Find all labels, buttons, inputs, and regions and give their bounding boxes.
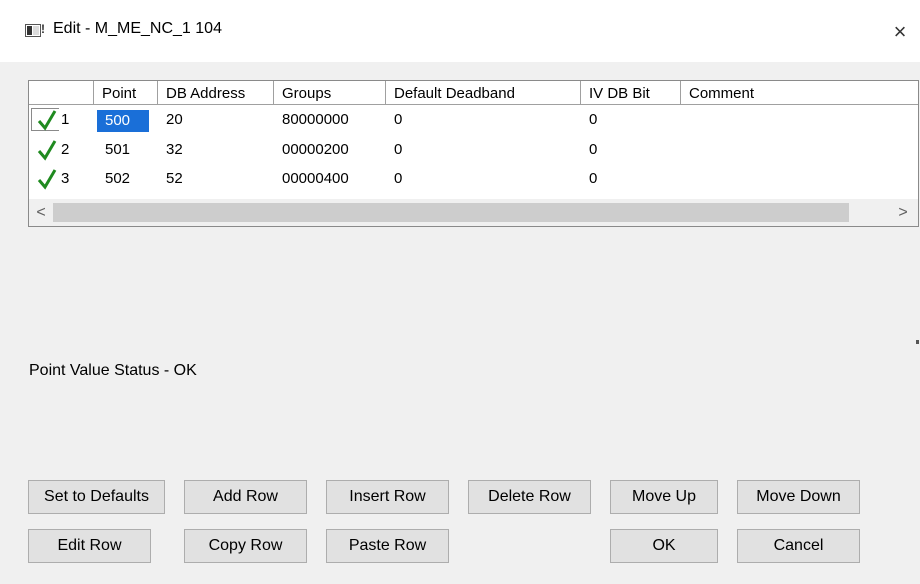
window-edge-mark bbox=[916, 340, 919, 344]
button-label: Paste Row bbox=[348, 537, 427, 554]
column-header-iv-db-bit[interactable]: IV DB Bit bbox=[581, 81, 681, 105]
button-label: Delete Row bbox=[488, 488, 571, 505]
check-icon bbox=[37, 110, 57, 131]
column-header-groups[interactable]: Groups bbox=[274, 81, 386, 105]
column-header-point[interactable]: Point bbox=[94, 81, 158, 105]
groups-cell[interactable]: 00000200 bbox=[274, 138, 349, 162]
point-value-status: Point Value Status - OK bbox=[29, 362, 197, 379]
row-number: 1 bbox=[61, 111, 70, 128]
iv-db-bit-cell[interactable]: 0 bbox=[581, 167, 597, 191]
title-bar: ! Edit - M_ME_NC_1 104 × bbox=[0, 0, 920, 62]
point-cell-selected[interactable]: 500 bbox=[97, 110, 149, 132]
column-header-db-address[interactable]: DB Address bbox=[158, 81, 274, 105]
groups-cell[interactable]: 00000400 bbox=[274, 167, 349, 191]
row-header[interactable]: 2 bbox=[29, 138, 93, 162]
comment-cell[interactable] bbox=[681, 138, 689, 162]
check-icon bbox=[37, 169, 57, 190]
edit-dialog: ! Edit - M_ME_NC_1 104 × Point DB Addres… bbox=[0, 0, 920, 584]
button-label: Move Up bbox=[631, 488, 697, 505]
table-row[interactable]: 2 501 32 00000200 0 0 bbox=[29, 138, 918, 162]
insert-row-button[interactable]: Insert Row bbox=[326, 480, 449, 514]
window-title: Edit - M_ME_NC_1 104 bbox=[53, 20, 222, 37]
horizontal-scrollbar[interactable]: < > bbox=[29, 199, 918, 226]
column-header-comment[interactable]: Comment bbox=[681, 81, 918, 105]
edit-row-button[interactable]: Edit Row bbox=[28, 529, 151, 563]
grid-header: Point DB Address Groups Default Deadband… bbox=[29, 81, 918, 107]
point-cell[interactable]: 501 bbox=[97, 138, 130, 162]
row-number: 2 bbox=[61, 141, 70, 158]
button-label: Edit Row bbox=[57, 537, 122, 554]
ok-button[interactable]: OK bbox=[610, 529, 718, 563]
db-address-cell[interactable]: 52 bbox=[158, 167, 183, 191]
default-deadband-cell[interactable]: 0 bbox=[386, 138, 402, 162]
close-icon: × bbox=[893, 19, 907, 44]
default-deadband-cell[interactable]: 0 bbox=[386, 167, 402, 191]
app-icon: ! bbox=[25, 22, 45, 37]
scroll-left-icon[interactable]: < bbox=[31, 203, 51, 223]
row-header-corner bbox=[29, 81, 94, 105]
iv-db-bit-cell[interactable]: 0 bbox=[581, 108, 597, 132]
cancel-button[interactable]: Cancel bbox=[737, 529, 860, 563]
row-header[interactable]: 1 bbox=[29, 108, 93, 132]
column-header-default-deadband[interactable]: Default Deadband bbox=[386, 81, 581, 105]
scrollbar-thumb[interactable] bbox=[53, 203, 849, 222]
check-icon bbox=[37, 140, 57, 161]
copy-row-button[interactable]: Copy Row bbox=[184, 529, 307, 563]
db-address-cell[interactable]: 32 bbox=[158, 138, 183, 162]
button-label: Set to Defaults bbox=[44, 488, 149, 505]
add-row-button[interactable]: Add Row bbox=[184, 480, 307, 514]
default-deadband-cell[interactable]: 0 bbox=[386, 108, 402, 132]
button-label: Add Row bbox=[213, 488, 278, 505]
table-row[interactable]: 3 502 52 00000400 0 0 bbox=[29, 167, 918, 191]
button-label: Insert Row bbox=[349, 488, 426, 505]
delete-row-button[interactable]: Delete Row bbox=[468, 480, 591, 514]
table-row[interactable]: 1 500 20 80000000 0 0 bbox=[29, 108, 918, 132]
points-grid[interactable]: Point DB Address Groups Default Deadband… bbox=[28, 80, 919, 227]
close-button[interactable]: × bbox=[880, 12, 920, 52]
comment-cell[interactable] bbox=[681, 167, 689, 191]
button-label: Copy Row bbox=[208, 537, 283, 554]
move-up-button[interactable]: Move Up bbox=[610, 480, 718, 514]
iv-db-bit-cell[interactable]: 0 bbox=[581, 138, 597, 162]
point-cell[interactable]: 502 bbox=[97, 167, 130, 191]
paste-row-button[interactable]: Paste Row bbox=[326, 529, 449, 563]
button-label: Move Down bbox=[756, 488, 841, 505]
comment-cell[interactable] bbox=[681, 108, 689, 132]
button-label: OK bbox=[652, 537, 676, 554]
set-to-defaults-button[interactable]: Set to Defaults bbox=[28, 480, 165, 514]
groups-cell[interactable]: 80000000 bbox=[274, 108, 349, 132]
scroll-right-icon[interactable]: > bbox=[893, 203, 913, 223]
db-address-cell[interactable]: 20 bbox=[158, 108, 183, 132]
row-number: 3 bbox=[61, 170, 70, 187]
move-down-button[interactable]: Move Down bbox=[737, 480, 860, 514]
row-header[interactable]: 3 bbox=[29, 167, 93, 191]
button-label: Cancel bbox=[773, 537, 824, 554]
